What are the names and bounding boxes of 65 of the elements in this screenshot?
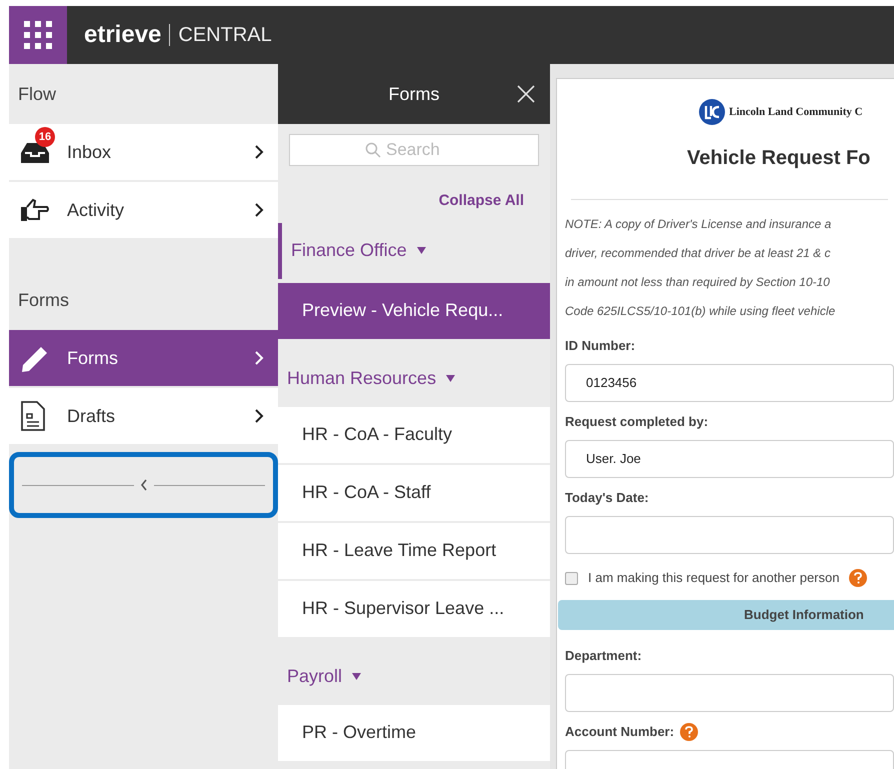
text-field[interactable]: 0123456	[565, 364, 894, 402]
brand-logo: etrieve	[84, 20, 162, 50]
section-title: Flow	[17, 82, 58, 106]
form-item[interactable]: PR - Overtime	[278, 704, 550, 760]
caret-down-icon	[446, 374, 456, 382]
chevron-right-icon	[254, 144, 264, 160]
pointing-hand-icon	[19, 197, 51, 223]
nav-label: Drafts	[67, 404, 116, 428]
chevron-right-icon	[254, 202, 264, 218]
form-item[interactable]: Preview - Vehicle Requ...	[278, 282, 550, 338]
nav-label: Forms	[67, 346, 119, 370]
panel-title: Forms	[388, 82, 440, 106]
note-text: NOTE: A copy of Driver's License and insurance a	[565, 216, 832, 233]
section-title: Forms	[17, 288, 70, 312]
college-logo-icon	[699, 99, 725, 125]
caret-down-icon	[352, 672, 362, 680]
section-header: Budget Information	[558, 600, 894, 630]
form-item[interactable]: HR - CoA - Faculty	[278, 406, 550, 462]
nav-item[interactable]: Forms	[9, 330, 278, 386]
field-label: Account Number:	[565, 723, 674, 742]
group-name: Human Resources	[287, 367, 436, 390]
help-icon[interactable]	[849, 569, 868, 587]
document-icon	[19, 400, 47, 432]
chevron-left-icon	[140, 479, 148, 491]
field-label: ID Number:	[565, 337, 636, 356]
brand-divider	[169, 24, 170, 46]
grid-icon	[22, 19, 54, 51]
form-title: Vehicle Request Fo	[686, 146, 872, 171]
field-label: Today's Date:	[565, 489, 649, 508]
group-header[interactable]: Human Resources	[278, 350, 550, 406]
checkbox-label: I am making this request for another person	[588, 569, 840, 588]
nav-item[interactable]: Drafts	[9, 388, 278, 444]
note-text: in amount not less than required by Section 10-10	[565, 274, 831, 291]
count-badge: 16	[35, 127, 55, 147]
search-field[interactable]: Search	[289, 134, 539, 166]
nav-label: Activity	[67, 198, 126, 222]
checkbox[interactable]	[565, 572, 578, 584]
field-label: Request completed by:	[565, 413, 708, 432]
caret-down-icon	[416, 246, 426, 254]
close-icon	[516, 84, 536, 104]
field-label: Department:	[565, 647, 642, 666]
group-name: Payroll	[287, 665, 342, 688]
nav-label: Inbox	[67, 140, 112, 164]
app-grid-button[interactable]	[9, 6, 67, 64]
form-item[interactable]: HR - Supervisor Leave ...	[278, 580, 550, 636]
collapse-bar[interactable]	[9, 452, 278, 518]
group-header[interactable]: Payroll	[278, 648, 550, 704]
text-field[interactable]: User. Joe	[565, 440, 894, 478]
product-name: CENTRAL	[178, 23, 272, 48]
form-item[interactable]: HR - CoA - Staff	[278, 464, 550, 520]
chevron-right-icon	[254, 408, 264, 424]
note-text: driver, recommended that driver be at least 21 & c	[565, 245, 832, 262]
nav-item[interactable]: Activity	[9, 182, 278, 238]
college-name: Lincoln Land Community C	[729, 104, 863, 120]
search-icon	[365, 142, 381, 158]
help-icon[interactable]	[680, 723, 698, 741]
chevron-right-icon	[254, 350, 264, 366]
note-text: Code 625ILCS5/10-101(b) while using fleet vehicle	[565, 303, 836, 320]
close-button[interactable]	[516, 84, 536, 104]
collapse-all-link[interactable]: Collapse All	[438, 190, 524, 212]
form-item[interactable]: HR - Leave Time Report	[278, 522, 550, 578]
text-field[interactable]	[565, 674, 894, 712]
text-field[interactable]	[565, 516, 894, 554]
group-name: Finance Office	[291, 239, 407, 262]
nav-item[interactable]: 16 Inbox	[9, 124, 278, 180]
